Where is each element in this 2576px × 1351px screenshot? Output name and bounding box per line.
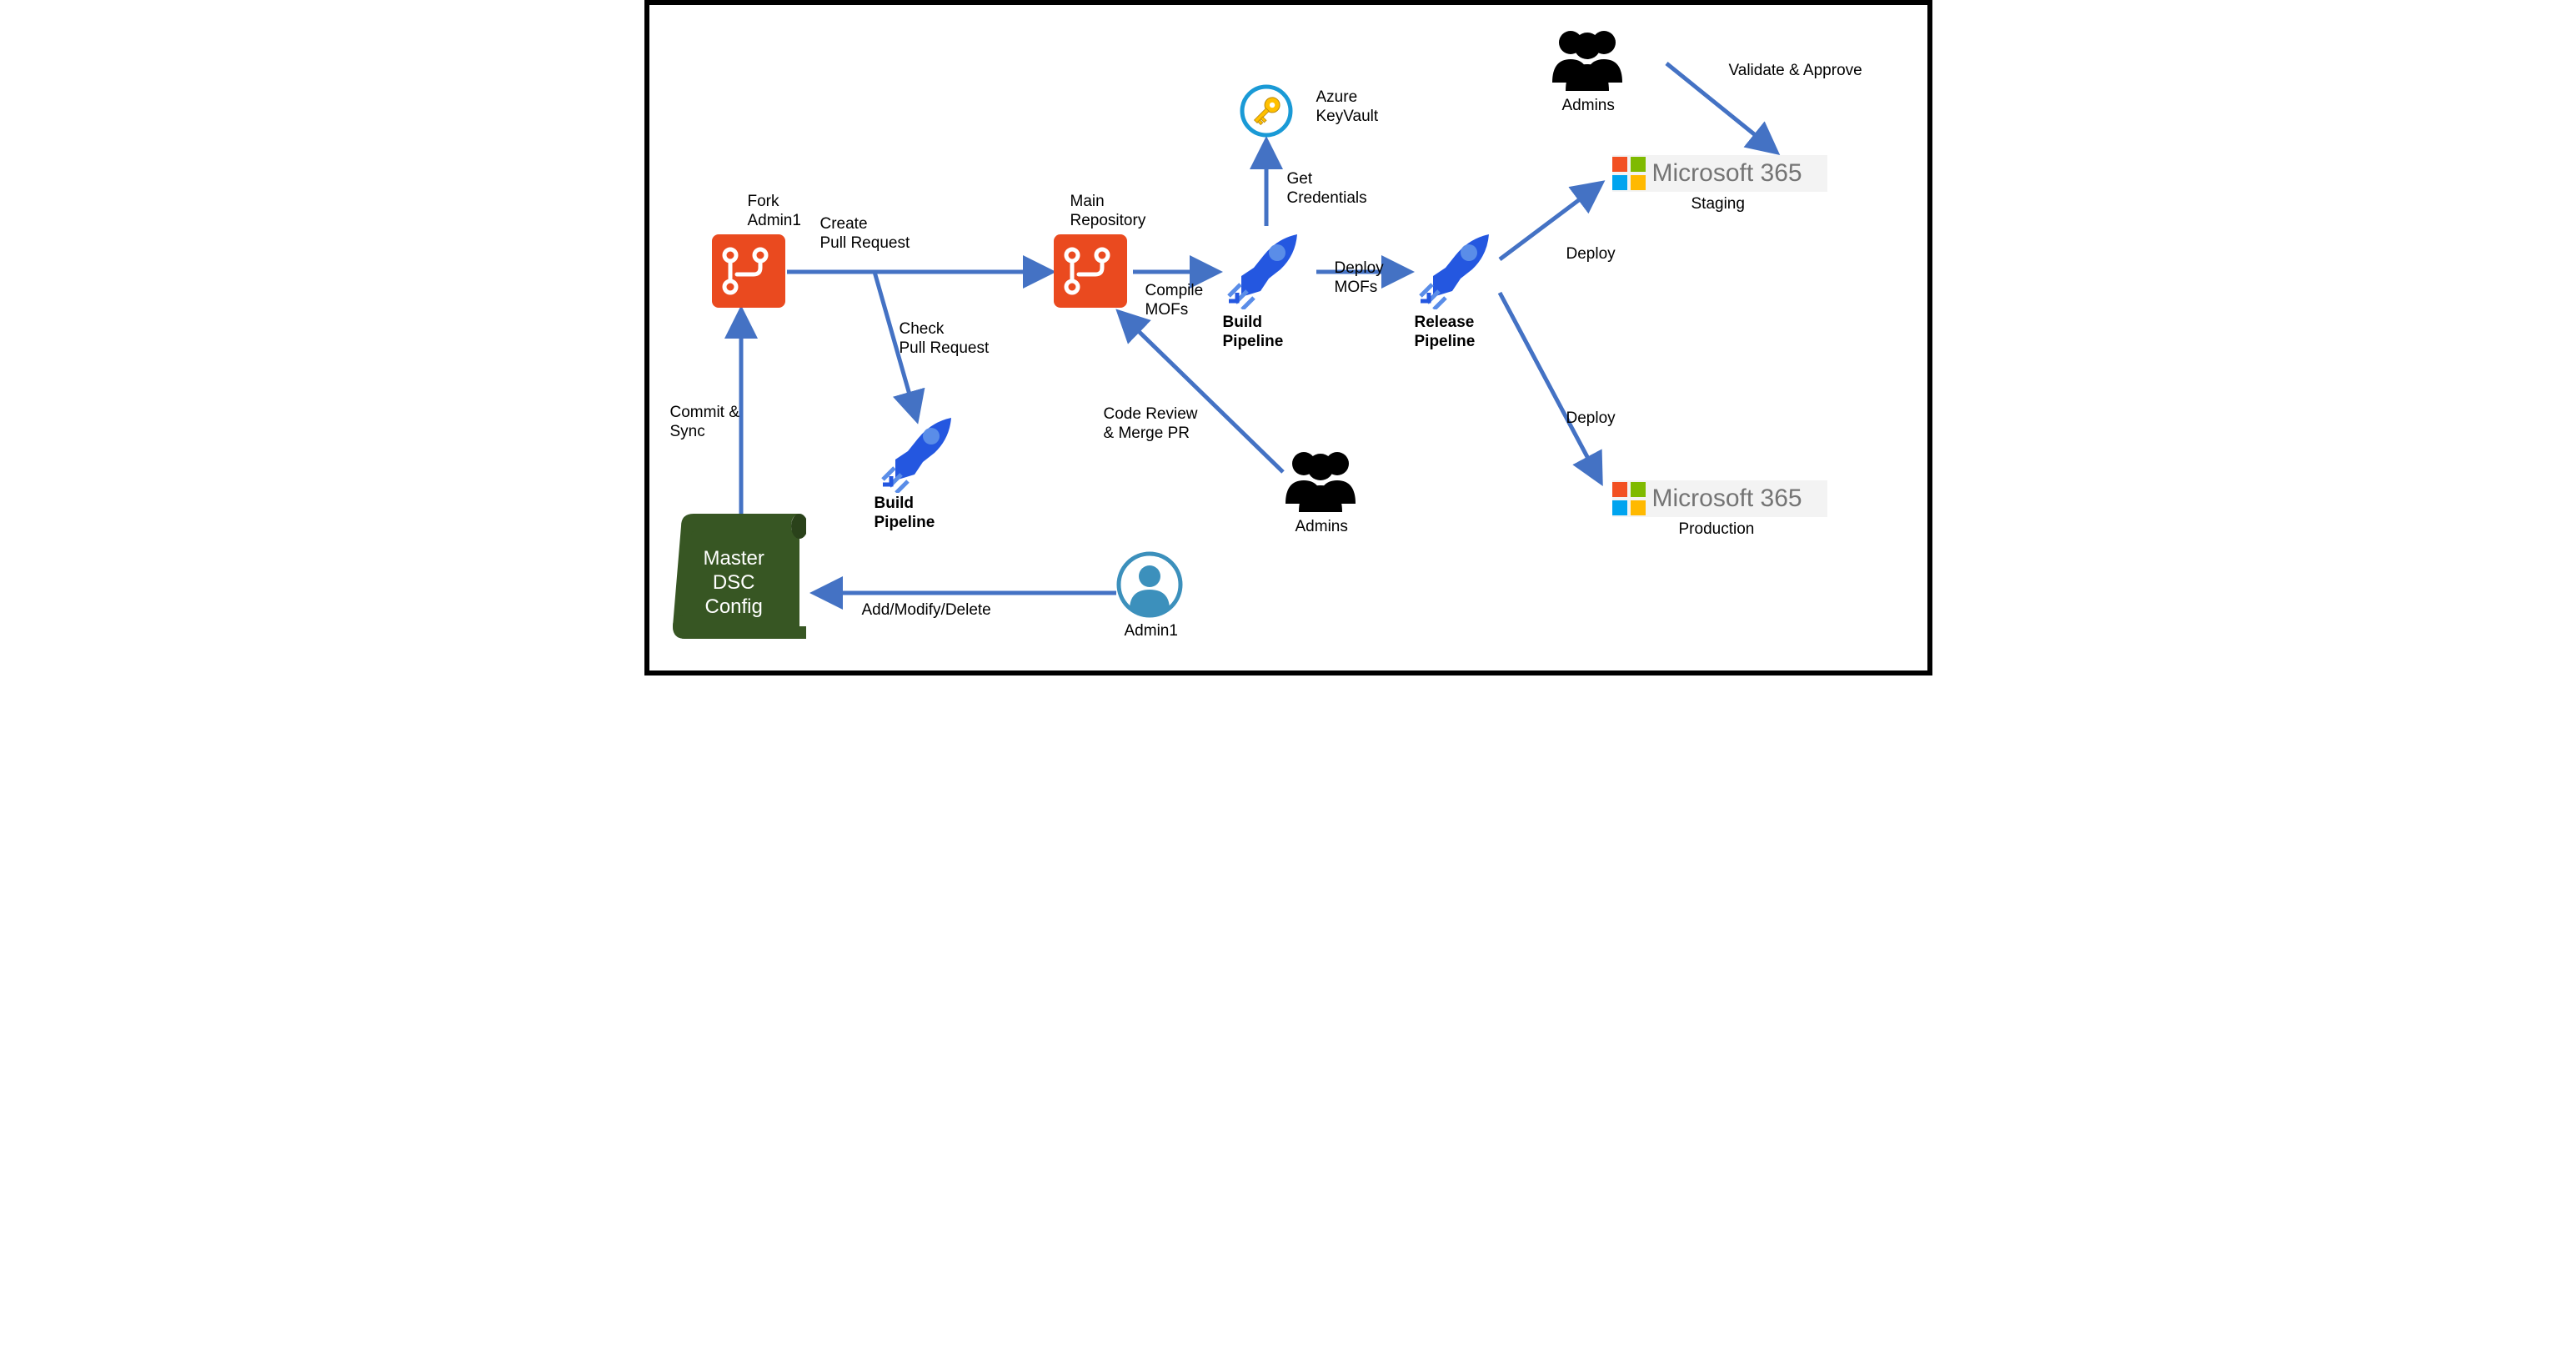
admin1-node	[1116, 551, 1183, 618]
ms365-staging-brand: Microsoft 365	[1652, 155, 1802, 192]
main-repo-node	[1054, 234, 1127, 308]
edge-create-pr: Create Pull Request	[820, 215, 910, 254]
release-pipeline-label: Release Pipeline	[1415, 314, 1476, 352]
release-pipeline-node	[1412, 226, 1496, 309]
edge-commit-sync: Commit & Sync	[670, 404, 739, 442]
ms-logo-icon	[1612, 157, 1646, 190]
edge-deploy-staging: Deploy	[1566, 245, 1616, 264]
fork-repo-node	[712, 234, 785, 308]
admins-approve-node	[1546, 26, 1629, 93]
edge-code-review: Code Review & Merge PR	[1104, 405, 1198, 444]
edge-deploy-mofs: Deploy MOFs	[1335, 259, 1384, 298]
admins-approve-label: Admins	[1562, 97, 1615, 116]
ms365-prod-env-label: Production	[1679, 520, 1755, 540]
fork-repo-label: Fork Admin1	[748, 193, 801, 231]
build-pipeline-check-node	[875, 409, 958, 493]
keyvault-node	[1240, 84, 1293, 138]
edge-compile: Compile MOFs	[1145, 282, 1204, 320]
build-pipeline-check-label: Build Pipeline	[875, 495, 935, 533]
arrow-deploy-prod	[1500, 293, 1600, 480]
edge-get-creds: Get Credentials	[1287, 170, 1367, 208]
admins-review-node	[1279, 447, 1362, 514]
edge-check-pr: Check Pull Request	[900, 320, 990, 359]
admins-review-label: Admins	[1296, 518, 1348, 537]
ms-logo-icon	[1612, 482, 1646, 515]
main-repo-label: Main Repository	[1070, 193, 1146, 231]
ms365-prod-node: Microsoft 365	[1612, 480, 1827, 517]
ms365-staging-node: Microsoft 365	[1612, 155, 1827, 192]
dsc-config-label: Master DSC Config	[704, 547, 764, 619]
edge-validate-approve: Validate & Approve	[1729, 62, 1862, 81]
build-pipeline-main-node	[1220, 226, 1304, 309]
admin1-label: Admin1	[1125, 622, 1178, 641]
ms365-staging-env-label: Staging	[1691, 195, 1745, 214]
edge-deploy-prod: Deploy	[1566, 409, 1616, 429]
diagram-frame: Master DSC Config Fork Admin1 Main Rep	[644, 0, 1932, 676]
ms365-prod-brand: Microsoft 365	[1652, 480, 1802, 517]
keyvault-label: Azure KeyVault	[1316, 88, 1379, 127]
edge-add-modify: Add/Modify/Delete	[862, 601, 991, 620]
build-pipeline-main-label: Build Pipeline	[1223, 314, 1284, 352]
